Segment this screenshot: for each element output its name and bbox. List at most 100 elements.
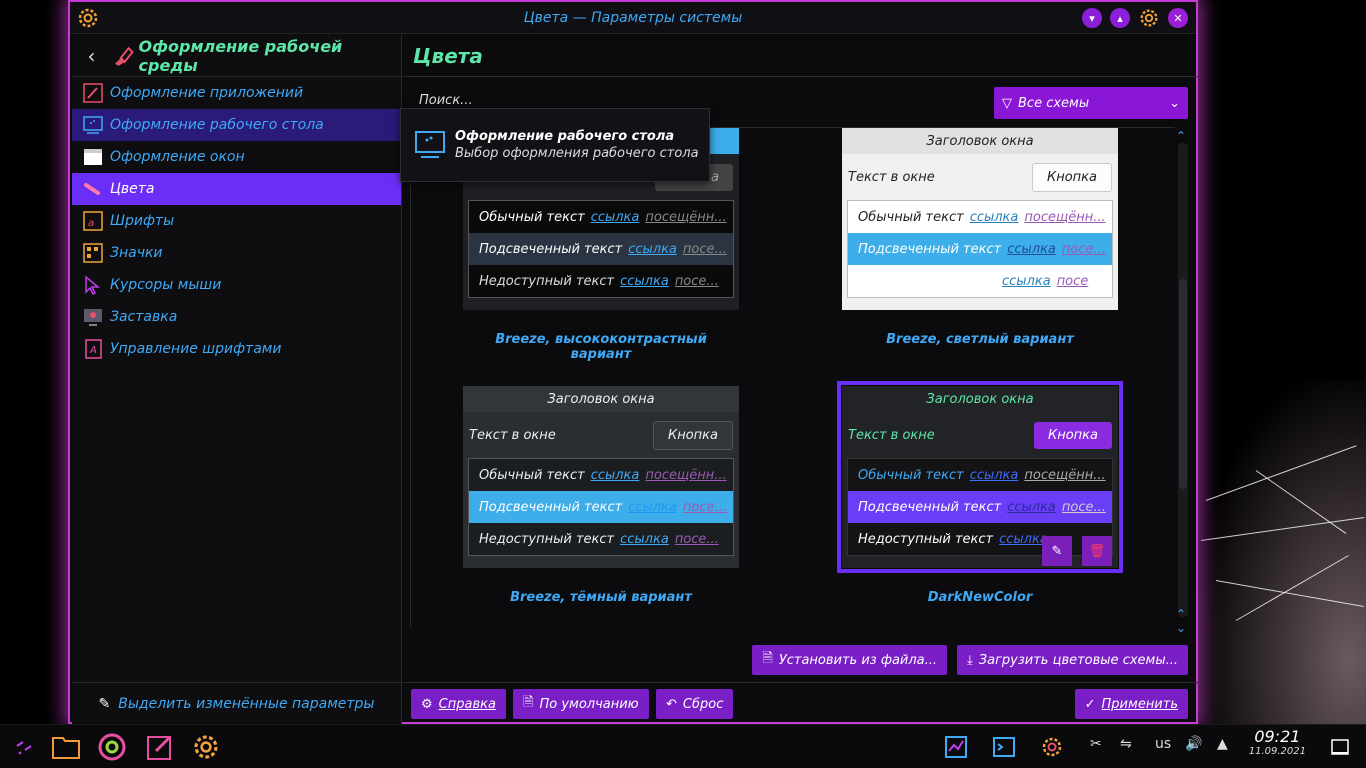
usb-icon[interactable]: ⇋ — [1120, 736, 1132, 752]
help-button[interactable]: ⚙ Справка — [411, 689, 506, 719]
preview-button: Кнопка — [652, 420, 733, 450]
sidebar-item-cursors[interactable]: Курсоры мыши — [72, 269, 401, 301]
maximize-button[interactable]: ▴ — [1110, 8, 1130, 28]
titlebar: Цвета — Параметры системы ▾ ▴ ✕ — [70, 2, 1196, 34]
preview-link: ссылка — [1007, 499, 1056, 515]
sidebar-item-window-decorations[interactable]: Оформление окон — [72, 141, 401, 173]
scrollbar[interactable]: ⌃ ⌃ ⌄ — [1174, 129, 1190, 635]
window-icon — [82, 146, 104, 168]
sidebar-item-app-style[interactable]: Оформление приложений — [72, 77, 401, 109]
preview-link: ссылка — [969, 467, 1019, 483]
sidebar-item-icons[interactable]: Значки — [72, 237, 401, 269]
preview-highlighted-text: Подсвеченный текст — [858, 241, 1002, 257]
cursor-icon — [82, 274, 104, 296]
sidebar-item-splash[interactable]: Заставка — [72, 301, 401, 333]
preview-disabled-text: Недоступный текст — [858, 531, 994, 547]
pencil-icon: ✎ — [98, 695, 111, 712]
settings-gear-icon[interactable] — [1036, 731, 1068, 763]
splash-icon — [82, 306, 104, 328]
apply-button[interactable]: ✓ Применить — [1074, 689, 1188, 719]
sidebar-item-label: Оформление приложений — [110, 85, 304, 101]
system-monitor-icon[interactable] — [940, 731, 972, 763]
preview-link: ссылка — [590, 467, 640, 483]
preview-button: Кнопка — [1031, 162, 1112, 192]
font-manager-icon: A — [82, 338, 104, 360]
download-icon: ⤓ — [967, 652, 973, 668]
tooltip-title: Оформление рабочего стола — [455, 129, 675, 144]
preview-visited: посе — [1056, 273, 1089, 289]
sidebar-item-label: Оформление окон — [110, 149, 245, 165]
preview-window-text: Текст в окне — [469, 427, 556, 443]
preview-link: ссылка — [628, 241, 677, 257]
reset-button[interactable]: ↶ Сброс — [656, 689, 734, 719]
scroll-up-icon[interactable]: ⌃ — [1176, 607, 1186, 621]
edit-scheme-button[interactable]: ✎ — [1042, 536, 1072, 566]
preview-window-text: Текст в окне — [848, 427, 935, 443]
sidebar-item-label: Шрифты — [110, 213, 175, 229]
sidebar-item-label: Оформление рабочего стола — [110, 117, 324, 133]
sidebar-item-fonts[interactable]: a Шрифты — [72, 205, 401, 237]
install-from-file-button[interactable]: 🗎 Установить из файла... — [752, 645, 948, 675]
clock-date: 11.09.2021 — [1248, 746, 1306, 757]
chrome-icon[interactable] — [96, 731, 128, 763]
sidebar-item-colors[interactable]: Цвета — [72, 173, 401, 205]
scheme-filter-dropdown[interactable]: ▽ Все схемы ⌄ — [994, 87, 1188, 119]
preview-visited: посещённ... — [645, 467, 727, 483]
back-icon[interactable]: ‹ — [72, 44, 111, 68]
text-editor-icon[interactable] — [144, 731, 176, 763]
screenshot-icon[interactable]: ✂ — [1090, 736, 1102, 752]
svg-text:A: A — [89, 345, 97, 356]
sidebar-item-font-manager[interactable]: A Управление шрифтами — [72, 333, 401, 365]
sidebar-item-desktop-theme[interactable]: Оформление рабочего стола — [72, 109, 401, 141]
scheme-name: DarkNewColor — [927, 590, 1033, 605]
preview-button: Кнопка — [1033, 421, 1112, 449]
tooltip-subtitle: Выбор оформления рабочего стола — [455, 146, 699, 161]
taskbar: ✂ ⇋ us 🔊 ▲ 09:21 11.09.2021 — [0, 724, 1366, 768]
tooltip: Оформление рабочего стола Выбор оформлен… — [400, 108, 710, 182]
preview-link: ссылка — [620, 273, 669, 289]
preview-visited: посещённ... — [1024, 209, 1106, 225]
scroll-down-icon[interactable]: ⌄ — [1176, 621, 1186, 635]
delete-scheme-button[interactable]: 🗑 — [1082, 536, 1112, 566]
sidebar: ‹ Оформление рабочей среды Оформление пр… — [72, 35, 402, 724]
minimize-button[interactable]: ▾ — [1082, 8, 1102, 28]
preview-normal-text: Обычный текст — [858, 209, 964, 225]
preview-window-title: Заголовок окна — [463, 386, 739, 412]
terminal-icon[interactable] — [988, 731, 1020, 763]
highlight-changed-label: Выделить изменённые параметры — [118, 695, 375, 712]
svg-text:a: a — [88, 218, 94, 229]
preview-link: ссылка — [590, 209, 640, 225]
preview-visited: посе... — [682, 241, 727, 257]
download-schemes-button[interactable]: ⤓ Загрузить цветовые схемы... — [957, 645, 1188, 675]
preview-visited: посе... — [1061, 241, 1106, 257]
show-desktop-icon[interactable] — [1324, 731, 1356, 763]
settings-gear-icon[interactable] — [190, 731, 222, 763]
preview-link: ссылка — [1007, 241, 1056, 257]
scheme-actions: 🗎 Установить из файла... ⤓ Загрузить цвето… — [752, 645, 1188, 675]
highlight-changed-button[interactable]: ✎ Выделить изменённые параметры — [72, 682, 401, 724]
preview-disabled-text: Недоступный текст — [479, 273, 615, 289]
file-manager-icon[interactable] — [50, 731, 82, 763]
filter-icon: ▽ — [1002, 95, 1012, 111]
reset-label: Сброс — [682, 696, 724, 712]
app-launcher-icon[interactable] — [8, 731, 40, 763]
preview-link: ссылка — [620, 531, 669, 547]
settings-gear-icon[interactable] — [1138, 7, 1160, 29]
scroll-thumb[interactable] — [1179, 279, 1187, 489]
paint-brush-icon — [115, 46, 134, 66]
scroll-up-icon[interactable]: ⌃ — [1176, 129, 1186, 143]
preview-disabled-text: Недоступный текст — [479, 531, 615, 547]
settings-gear-icon[interactable] — [76, 6, 100, 30]
keyboard-layout[interactable]: us — [1155, 736, 1171, 752]
tray-expand-icon[interactable]: ▲ — [1217, 736, 1228, 752]
close-button[interactable]: ✕ — [1168, 8, 1188, 28]
sidebar-item-label: Курсоры мыши — [110, 277, 222, 293]
defaults-button[interactable]: 🗎 По умолчанию — [513, 689, 649, 719]
volume-icon[interactable]: 🔊 — [1185, 736, 1202, 752]
clock[interactable]: 09:21 11.09.2021 — [1249, 727, 1306, 757]
preview-link: ссылка — [969, 209, 1019, 225]
filter-label: Все схемы — [1018, 95, 1090, 111]
preview-link: ссылка — [999, 531, 1048, 547]
desktop-theme-icon — [82, 114, 104, 136]
icons-icon — [82, 242, 104, 264]
